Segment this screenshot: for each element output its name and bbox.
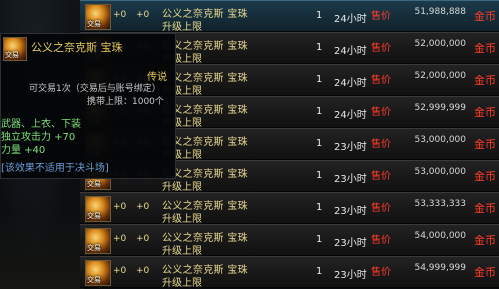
item-quantity: 1	[316, 202, 323, 213]
orb-item-icon[interactable]: 交易	[85, 260, 111, 286]
item-quantity: 1	[316, 266, 323, 277]
item-quantity: 1	[316, 138, 323, 149]
item-price: 54,000,000	[414, 231, 466, 241]
price-label: 售价	[371, 139, 391, 150]
enhance-level: +0	[113, 234, 127, 244]
currency-label: 金币	[474, 10, 496, 23]
currency-label: 金币	[474, 138, 496, 151]
currency-label: 金币	[474, 106, 496, 119]
price-label: 售价	[371, 11, 391, 22]
item-quantity: 1	[316, 106, 323, 117]
currency-label: 金币	[474, 42, 496, 55]
trade-tag: 交易	[87, 180, 101, 188]
currency-label: 金币	[474, 266, 496, 279]
orb-item-icon[interactable]: 交易	[85, 4, 111, 30]
price-label: 售价	[371, 43, 391, 54]
time-remaining: 24小时	[334, 14, 367, 25]
item-price: 53,000,000	[414, 167, 466, 177]
item-price: 52,000,000	[414, 39, 466, 49]
item-price: 52,999,999	[414, 103, 466, 113]
time-remaining: 23小时	[334, 238, 367, 249]
item-subtitle: 升级上限	[162, 22, 202, 33]
tooltip-stat-strength: 力量 +40	[1, 145, 46, 156]
amplify-level: +0	[136, 266, 150, 276]
item-subtitle: 升级上限	[162, 278, 202, 289]
background-decoration	[0, 209, 84, 289]
time-remaining: 23小时	[334, 270, 367, 281]
time-remaining: 24小时	[334, 46, 367, 57]
amplify-level: +0	[136, 10, 150, 20]
listing-row[interactable]: 交易 +0 +0 公义之奈克斯 宝珠 升级上限 1 23小时 售价 54,999,999 金币	[80, 256, 499, 289]
item-quantity: 1	[316, 170, 323, 181]
currency-label: 金币	[474, 74, 496, 87]
enhance-level: +0	[113, 202, 127, 212]
time-remaining: 23小时	[334, 142, 367, 153]
amplify-level: +0	[136, 234, 150, 244]
time-remaining: 24小时	[334, 78, 367, 89]
price-label: 售价	[371, 107, 391, 118]
listing-row[interactable]: 交易 +0 +0 公义之奈克斯 宝珠 升级上限 1 23小时 售价 53,333,333 金币	[80, 192, 499, 225]
orb-item-icon[interactable]: 交易	[85, 196, 111, 222]
time-remaining: 24小时	[334, 110, 367, 121]
enhance-level: +0	[113, 266, 127, 276]
time-remaining: 23小时	[334, 206, 367, 217]
tooltip-trade-info: 可交易1次（交易后与账号绑定）	[29, 84, 161, 94]
listing-row[interactable]: 交易 +0 +0 公义之奈克斯 宝珠 升级上限 1 24小时 售价 51,988,888 金币	[80, 0, 499, 33]
item-price: 54,999,999	[414, 263, 466, 273]
item-price: 52,000,000	[414, 71, 466, 81]
currency-label: 金币	[474, 234, 496, 247]
trade-tag: 交易	[87, 276, 101, 284]
orb-item-icon[interactable]: 交易	[85, 228, 111, 254]
price-label: 售价	[371, 267, 391, 278]
item-subtitle: 升级上限	[162, 214, 202, 225]
price-label: 售价	[371, 171, 391, 182]
tooltip-carry-limit: 携带上限：1000个	[87, 97, 164, 107]
price-label: 售价	[371, 203, 391, 214]
enhance-level: +0	[113, 10, 127, 20]
trade-tag: 交易	[87, 212, 101, 220]
orb-item-icon: 交易	[3, 37, 27, 61]
currency-label: 金币	[474, 170, 496, 183]
item-quantity: 1	[316, 234, 323, 245]
item-quantity: 1	[316, 42, 323, 53]
trade-tag: 交易	[87, 244, 101, 252]
tooltip-note: [该效果不适用于决斗场]	[1, 163, 109, 174]
item-subtitle: 升级上限	[162, 182, 202, 193]
item-price: 53,000,000	[414, 135, 466, 145]
item-quantity: 1	[316, 74, 323, 85]
trade-tag: 交易	[5, 51, 19, 59]
time-remaining: 23小时	[334, 174, 367, 185]
price-label: 售价	[371, 235, 391, 246]
listing-row[interactable]: 交易 +0 +0 公义之奈克斯 宝珠 升级上限 1 23小时 售价 54,000,000 金币	[80, 224, 499, 257]
item-tooltip: 交易 公义之奈克斯 宝珠 传说 可交易1次（交易后与账号绑定） 携带上限：100…	[0, 33, 176, 179]
tooltip-item-name: 公义之奈克斯 宝珠	[31, 41, 123, 54]
price-label: 售价	[371, 75, 391, 86]
item-quantity: 1	[316, 10, 323, 21]
currency-label: 金币	[474, 202, 496, 215]
item-subtitle: 升级上限	[162, 246, 202, 257]
item-price: 51,988,888	[414, 7, 466, 17]
item-price: 53,333,333	[414, 199, 466, 209]
amplify-level: +0	[136, 202, 150, 212]
trade-tag: 交易	[87, 20, 101, 28]
